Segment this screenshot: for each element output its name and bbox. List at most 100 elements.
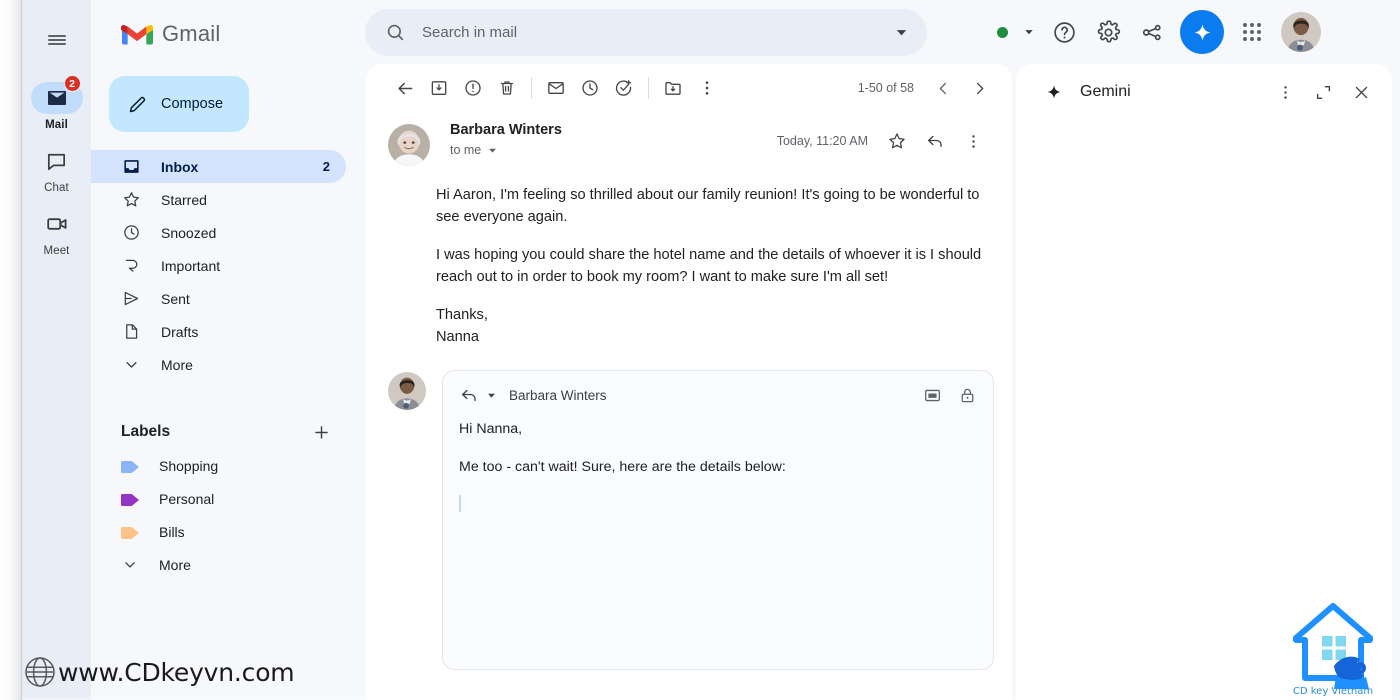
- plus-icon[interactable]: [310, 421, 332, 443]
- search-input[interactable]: [422, 23, 894, 41]
- rail-item-label: Chat: [44, 182, 69, 194]
- back-arrow-icon[interactable]: [388, 71, 422, 105]
- reply-body[interactable]: Hi Nanna, Me too - can't wait! Sure, her…: [459, 405, 977, 519]
- sender-avatar[interactable]: [388, 124, 430, 166]
- chevron-right-icon[interactable]: [962, 71, 996, 105]
- sidebar-item-label: Important: [161, 257, 221, 274]
- mail-toolbar: 1-50 of 58: [366, 64, 1012, 112]
- sidebar-item-label: Sent: [161, 290, 190, 307]
- search-bar[interactable]: [365, 8, 927, 56]
- gmail-window: 2 Mail Chat Meet Gmail Compose Inbox 2 S…: [0, 0, 1400, 700]
- message-recipient-text: to me: [450, 143, 482, 157]
- gemini-sparkle-icon[interactable]: [1180, 10, 1224, 54]
- label-item-bills[interactable]: Bills: [91, 515, 362, 548]
- reply-line: Hi Nanna,: [459, 421, 523, 437]
- logo-caption: CD key Vietnam: [1293, 686, 1373, 697]
- site-watermark-text: www.CDkeyvn.com: [58, 657, 295, 687]
- pop-out-window-icon[interactable]: [923, 386, 942, 405]
- search-options-chevron-down-icon[interactable]: [894, 25, 909, 40]
- user-avatar: [388, 372, 426, 410]
- label-color-swatch: [121, 493, 139, 506]
- archive-icon[interactable]: [422, 71, 456, 105]
- close-x-icon[interactable]: [1344, 75, 1378, 109]
- green-status-dot[interactable]: [989, 11, 1015, 53]
- reply-card[interactable]: Barbara Winters Hi Nanna, Me too - can't…: [442, 370, 994, 670]
- more-vertical-icon[interactable]: [956, 124, 990, 158]
- gmail-brand-name: Gmail: [162, 21, 221, 46]
- label-item-shopping[interactable]: Shopping: [91, 449, 362, 482]
- globe-icon: [22, 654, 58, 690]
- add-to-tasks-icon[interactable]: [607, 71, 641, 105]
- chevron-left-icon[interactable]: [926, 71, 960, 105]
- sidebar-item-starred[interactable]: Starred: [91, 183, 346, 216]
- reply-header: Barbara Winters: [459, 385, 977, 405]
- lock-icon[interactable]: [958, 386, 977, 405]
- star-outline-icon[interactable]: [880, 124, 914, 158]
- top-bar-actions: [989, 10, 1321, 54]
- labels-list: Shopping Personal Bills More: [91, 449, 362, 581]
- trash-icon[interactable]: [490, 71, 524, 105]
- reply-cursor-line: [459, 495, 977, 519]
- status-caret-down-icon[interactable]: [1017, 11, 1041, 53]
- send-icon: [121, 289, 141, 309]
- sidebar-item-label: More: [161, 356, 193, 373]
- label-color-swatch: [121, 526, 139, 539]
- more-vertical-icon[interactable]: [1268, 75, 1302, 109]
- sidebar-item-drafts[interactable]: Drafts: [91, 315, 346, 348]
- label-item-text: Shopping: [159, 457, 219, 474]
- label-item-personal[interactable]: Personal: [91, 482, 362, 515]
- gmail-logo-icon: [121, 24, 153, 44]
- pencil-icon: [127, 94, 148, 115]
- reply-arrow-icon[interactable]: [918, 124, 952, 158]
- star-icon: [121, 190, 141, 210]
- labels-more-item[interactable]: More: [91, 548, 362, 581]
- reply-line: Me too - can't wait! Sure, here are the …: [459, 459, 786, 475]
- account-avatar[interactable]: [1281, 12, 1321, 52]
- mark-unread-envelope-icon[interactable]: [539, 71, 573, 105]
- message-header: Barbara Winters to me Today, 11:20 AM: [366, 112, 1012, 166]
- workspace-nodes-icon[interactable]: [1131, 11, 1173, 53]
- reply-arrow-icon[interactable]: [459, 385, 479, 405]
- report-spam-icon[interactable]: [456, 71, 490, 105]
- labels-title: Labels: [121, 423, 171, 440]
- message-signoff: Thanks,: [436, 307, 488, 323]
- reply-header-actions: [923, 386, 977, 405]
- inbox-icon: [121, 157, 141, 177]
- apps-grid-icon[interactable]: [1231, 11, 1273, 53]
- gemini-sparkle-icon: [1044, 82, 1064, 102]
- draft-page-icon: [121, 322, 141, 342]
- rail-item-chat[interactable]: Chat: [27, 145, 87, 194]
- hamburger-menu-icon[interactable]: [35, 18, 79, 62]
- text-caret: [459, 495, 461, 512]
- more-vertical-icon[interactable]: [690, 71, 724, 105]
- rail-app-list: 2 Mail Chat Meet: [27, 75, 87, 271]
- expand-icon[interactable]: [1306, 75, 1340, 109]
- top-bar: [362, 0, 1400, 64]
- chevron-down-icon: [121, 559, 139, 571]
- sidebar-item-count: 2: [322, 159, 330, 174]
- reply-mode-caret-down-icon[interactable]: [486, 390, 497, 401]
- sidebar-item-important[interactable]: Important: [91, 249, 346, 282]
- label-item-text: Personal: [159, 490, 215, 507]
- sidebar-item-snoozed[interactable]: Snoozed: [91, 216, 346, 249]
- gmail-brand: Gmail: [91, 6, 362, 62]
- reply-recipient[interactable]: Barbara Winters: [509, 388, 607, 403]
- left-app-rail: 2 Mail Chat Meet: [22, 0, 91, 700]
- message-signature: Nanna: [436, 329, 480, 345]
- sidebar-item-inbox[interactable]: Inbox 2: [91, 150, 346, 183]
- message-actions: Today, 11:20 AM: [777, 124, 990, 158]
- page-left-edge-shadow: [21, 0, 23, 700]
- sidebar-item-more[interactable]: More: [91, 348, 346, 381]
- gear-icon[interactable]: [1087, 11, 1129, 53]
- sidebar-item-label: Drafts: [161, 323, 199, 340]
- snooze-clock-icon[interactable]: [573, 71, 607, 105]
- label-item-text: Bills: [159, 523, 185, 540]
- message-recipient[interactable]: to me: [450, 143, 777, 157]
- compose-button[interactable]: Compose: [109, 76, 249, 132]
- rail-item-mail[interactable]: 2 Mail: [27, 75, 87, 131]
- move-to-folder-icon[interactable]: [656, 71, 690, 105]
- caret-down-icon[interactable]: [487, 145, 498, 156]
- rail-item-meet[interactable]: Meet: [27, 208, 87, 257]
- help-circle-icon[interactable]: [1043, 11, 1085, 53]
- sidebar-item-sent[interactable]: Sent: [91, 282, 346, 315]
